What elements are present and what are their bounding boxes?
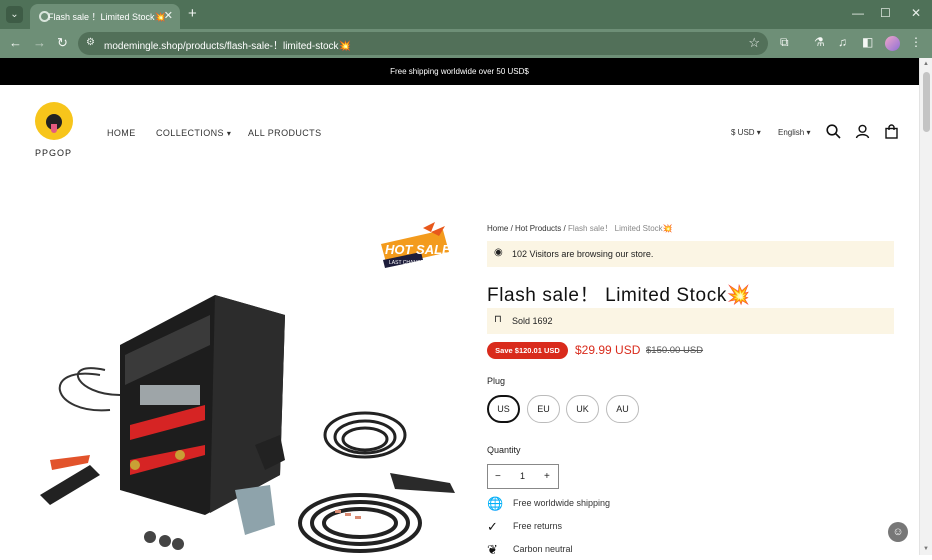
logo-wordmark: PPGOP: [35, 148, 73, 158]
chat-widget-icon[interactable]: ☺: [888, 522, 908, 542]
nav-collections-label: COLLECTIONS: [156, 128, 224, 138]
nav-collections[interactable]: COLLECTIONS ▾: [156, 128, 231, 138]
feature-carbon-label: Carbon neutral: [513, 544, 573, 554]
new-tab-button[interactable]: +: [188, 5, 197, 22]
cart-icon[interactable]: [884, 124, 899, 142]
scroll-thumb[interactable]: [923, 72, 930, 132]
close-tab-icon[interactable]: ✕: [164, 9, 173, 22]
plug-option-us[interactable]: US: [487, 395, 520, 423]
url-text[interactable]: modemingle.shop/products/flash-sale-！lim…: [104, 37, 351, 52]
breadcrumb: Home / Hot Products / Flash sale！ Limite…: [487, 224, 673, 233]
sold-text: Sold 1692: [512, 316, 553, 326]
plug-option-uk[interactable]: UK: [566, 395, 599, 423]
scroll-down-icon[interactable]: ▼: [923, 546, 929, 552]
extensions-icon[interactable]: ⧉: [780, 35, 789, 50]
forward-icon[interactable]: →: [33, 35, 46, 50]
bookmark-star-icon[interactable]: ☆: [748, 35, 760, 51]
tab-title: Flash sale ！Limited Stock💥: [48, 12, 166, 22]
quantity-label: Quantity: [487, 445, 521, 455]
site-info-icon[interactable]: ⚙: [86, 37, 95, 48]
browser-tab[interactable]: Flash sale ！Limited Stock💥 ✕: [30, 4, 180, 29]
currency-selector[interactable]: $ USD ▾: [731, 128, 761, 137]
plug-option-eu[interactable]: EU: [527, 395, 560, 423]
labs-icon[interactable]: ⚗: [814, 35, 825, 49]
announcement-bar: Free shipping worldwide over 50 USD$: [0, 58, 919, 85]
visitors-text: 102 Visitors are browsing our store.: [512, 249, 654, 259]
window-close-button[interactable]: ✕: [911, 6, 921, 20]
language-selector[interactable]: English ▾: [778, 128, 811, 137]
decrease-quantity-button[interactable]: −: [495, 471, 501, 482]
nav-all-products[interactable]: ALL PRODUCTS: [248, 128, 321, 138]
nav-home[interactable]: HOME: [107, 128, 136, 138]
omnibox[interactable]: ⚙ modemingle.shop/products/flash-sale-！l…: [78, 32, 768, 55]
hot-sale-subtitle: LAST CHANCE: [389, 260, 425, 266]
scroll-up-icon[interactable]: ▲: [923, 61, 929, 67]
leaf-icon: ❦: [487, 542, 498, 557]
search-icon[interactable]: [826, 124, 841, 142]
store-logo[interactable]: [35, 102, 73, 140]
browser-tab-strip: ⌄ Flash sale ！Limited Stock💥 ✕ + — ☐ ✕: [0, 0, 932, 29]
language-label: English: [778, 128, 805, 137]
tab-search-button[interactable]: ⌄: [6, 6, 23, 23]
reload-icon[interactable]: ↻: [57, 35, 68, 51]
sale-price: $29.99 USD: [575, 343, 641, 357]
media-icon[interactable]: ♫: [838, 35, 847, 49]
breadcrumb-current: Flash sale！ Limited Stock💥: [567, 224, 673, 233]
side-panel-icon[interactable]: ◧: [862, 35, 873, 49]
chevron-down-icon: ▾: [756, 128, 761, 137]
menu-icon[interactable]: ⋮: [910, 35, 922, 49]
breadcrumb-hot-products[interactable]: Hot Products: [515, 224, 561, 233]
profile-avatar[interactable]: [885, 36, 900, 51]
hot-sale-title: HOT SALE: [385, 242, 451, 257]
product-image[interactable]: [30, 285, 470, 555]
save-badge: Save $120.01 USD: [487, 342, 568, 359]
page-scrollbar[interactable]: ▲ ▼: [919, 58, 932, 555]
currency-label: $ USD: [731, 128, 755, 137]
chevron-down-icon: ▾: [806, 128, 811, 137]
breadcrumb-home[interactable]: Home: [487, 224, 508, 233]
chevron-down-icon: ▾: [226, 129, 232, 138]
feature-shipping-label: Free worldwide shipping: [513, 498, 611, 508]
account-icon[interactable]: [855, 124, 870, 142]
feature-returns-label: Free returns: [513, 521, 563, 531]
check-circle-icon: ✓: [487, 519, 498, 534]
globe-icon: 🌐: [487, 496, 504, 511]
hot-sale-badge: HOT SALE LAST CHANCE: [373, 222, 453, 274]
bag-icon: ⊓: [494, 314, 502, 325]
minimize-button[interactable]: —: [852, 6, 864, 20]
quantity-input[interactable]: 1: [520, 471, 525, 481]
maximize-button[interactable]: ☐: [880, 6, 891, 20]
eye-icon: ◉: [494, 247, 503, 258]
original-price: $150.00 USD: [646, 345, 704, 356]
quantity-stepper: − 1 +: [487, 464, 559, 489]
increase-quantity-button[interactable]: +: [544, 471, 550, 482]
product-title: Flash sale！ Limited Stock💥: [487, 285, 752, 306]
sold-notice: ⊓ Sold 1692: [487, 308, 894, 334]
visitors-notice: ◉ 102 Visitors are browsing our store.: [487, 241, 894, 267]
plug-option-au[interactable]: AU: [606, 395, 639, 423]
back-icon[interactable]: ←: [9, 35, 22, 50]
plug-label: Plug: [487, 376, 506, 386]
tongue-icon: [51, 124, 57, 133]
address-bar-row: ← → ↻ ⚙ modemingle.shop/products/flash-s…: [0, 29, 932, 58]
